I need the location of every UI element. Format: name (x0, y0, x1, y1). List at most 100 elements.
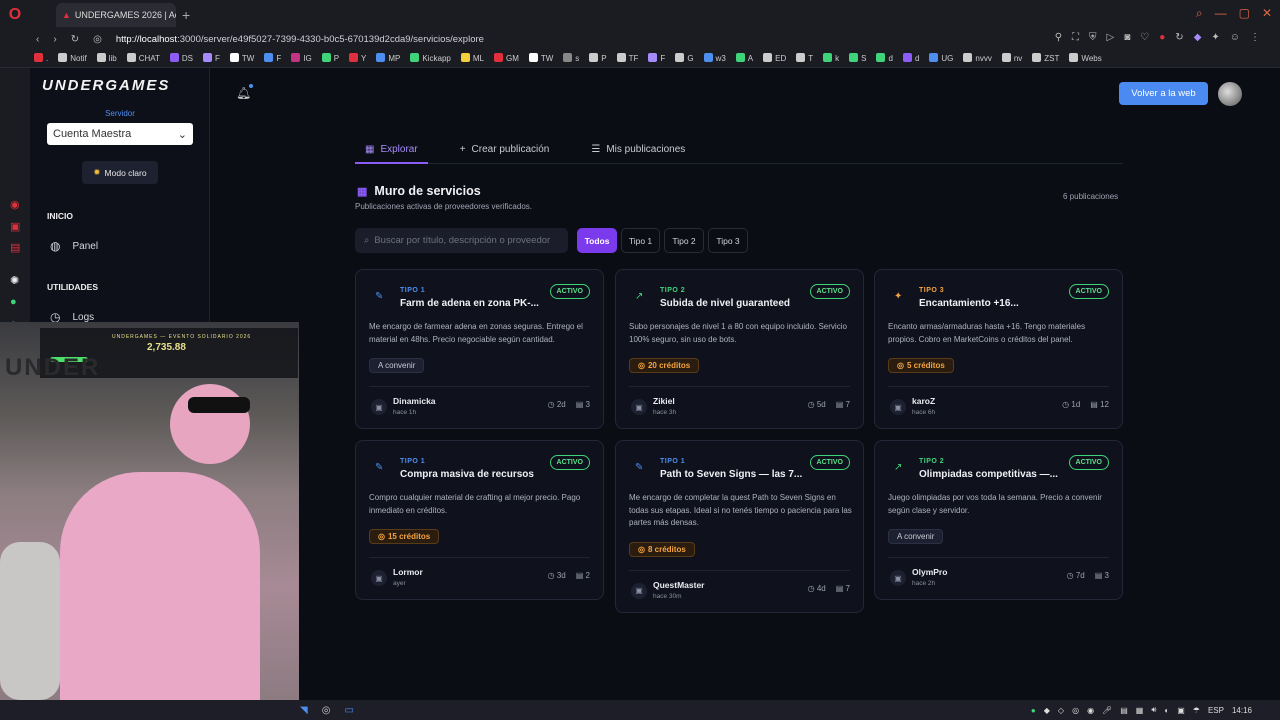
spotify-icon[interactable]: ● (1031, 706, 1036, 715)
filter-tipo-3[interactable]: Tipo 3 (708, 228, 748, 253)
bookmark-item[interactable]: ED (763, 52, 786, 63)
bookmark-item[interactable]: P (321, 52, 339, 63)
tray-icon[interactable]: ◎ (1072, 706, 1079, 715)
reload-icon[interactable]: ↻ (71, 34, 79, 45)
provider-name[interactable]: karoZ (912, 396, 935, 406)
provider-name[interactable]: Lormor (393, 567, 423, 577)
bookmark-item[interactable]: G (675, 52, 694, 63)
tray-icon[interactable]: ◆ (1044, 706, 1050, 715)
service-card[interactable]: ↗ TIPO 2 Subida de nivel guaranteed ACTIVO S… (615, 269, 864, 429)
card-title[interactable]: Path to Seven Signs — las 7... (660, 469, 802, 480)
bookmark-item[interactable]: CHAT (126, 52, 160, 63)
server-select[interactable]: Cuenta Maestra ⌄ (47, 123, 193, 145)
extension-icon[interactable]: ◆ (1194, 32, 1202, 43)
bookmark-item[interactable]: Notif (58, 52, 87, 63)
forward-arrow-icon[interactable]: › (53, 34, 56, 45)
maximize-icon[interactable]: ▢ (1239, 6, 1250, 21)
whatsapp-icon[interactable]: ● (10, 296, 17, 308)
microphone-icon[interactable]: 🎤︎ (1102, 706, 1112, 715)
bookmark-item[interactable]: nv (1001, 52, 1022, 63)
bookmark-item[interactable]: F (264, 52, 281, 63)
app-icon[interactable]: ◎ (322, 705, 331, 716)
tray-icon[interactable]: ☂ (1193, 706, 1200, 715)
provider-name[interactable]: QuestMaster (653, 580, 705, 590)
sidebar-app-icon[interactable]: ▤ (10, 241, 20, 254)
service-card[interactable]: ↗ TIPO 2 Olimpiadas competitivas —... ACTIV… (874, 440, 1123, 600)
close-window-icon[interactable]: ✕ (1262, 6, 1272, 21)
bookmark-item[interactable]: IG (291, 52, 312, 63)
bookmark-item[interactable]: MP (376, 52, 400, 63)
bookmark-item[interactable]: UG (929, 52, 953, 63)
bookmark-item[interactable]: GM (493, 52, 519, 63)
tray-icon[interactable]: ▣ (1177, 706, 1185, 715)
minimize-icon[interactable]: — (1215, 6, 1227, 21)
bookmark-item[interactable]: s (563, 52, 579, 63)
bookmark-item[interactable]: TW (229, 52, 254, 63)
bookmark-item[interactable]: Webs (1069, 52, 1102, 63)
theme-toggle-button[interactable]: ✹ Modo claro (82, 161, 158, 184)
heart-icon[interactable]: ♡ (1140, 32, 1149, 43)
bookmark-item[interactable]: F (203, 52, 220, 63)
card-title[interactable]: Subida de nivel guaranteed (660, 298, 790, 309)
card-title[interactable]: Compra masiva de recursos (400, 469, 534, 480)
clock[interactable]: 14:16 (1232, 706, 1252, 715)
card-title[interactable]: Farm de adena en zona PK-... (400, 298, 539, 309)
bookmark-item[interactable]: d (876, 52, 893, 63)
search-icon[interactable]: ⌕ (1196, 6, 1203, 21)
play-icon[interactable]: ▷ (1107, 32, 1115, 43)
bookmark-item[interactable]: S (849, 52, 866, 63)
bookmark-item[interactable]: F (648, 52, 665, 63)
tab-explorar[interactable]: ▦ Explorar (355, 142, 428, 164)
shield-icon[interactable]: ⛨ (1089, 32, 1097, 43)
new-tab-icon[interactable]: + (182, 7, 190, 23)
filter-tipo-1[interactable]: Tipo 1 (621, 228, 660, 253)
bookmark-item[interactable]: lib (96, 52, 117, 63)
volume-icon[interactable]: 🔊︎ (1151, 705, 1156, 715)
pin-icon[interactable]: ⚲ (1055, 32, 1062, 43)
address-bar[interactable]: http://localhost:3000/server/e49f5027-73… (116, 34, 484, 45)
filter-todos[interactable]: Todos (577, 228, 617, 253)
filter-tipo-2[interactable]: Tipo 2 (664, 228, 704, 253)
search-input[interactable]: ⌕ Buscar por título, descripción o prove… (355, 228, 568, 253)
card-title[interactable]: Encantamiento +16... (919, 298, 1019, 309)
puzzle-icon[interactable]: ✦ (1211, 32, 1219, 43)
provider-name[interactable]: Dinamicka (393, 396, 436, 406)
bookmark-item[interactable]: ML (460, 52, 484, 63)
back-arrow-icon[interactable]: ‹ (36, 34, 39, 45)
tray-icon[interactable]: ◉ (1087, 706, 1094, 715)
sidebar-app-icon[interactable]: ▣ (10, 220, 20, 233)
refresh-ext-icon[interactable]: ↻ (1175, 32, 1183, 43)
provider-name[interactable]: Zikiel (653, 396, 675, 406)
avatar[interactable] (1218, 82, 1242, 106)
vscode-icon[interactable]: ◥ (300, 705, 308, 716)
back-to-web-button[interactable]: Volver a la web (1119, 82, 1208, 105)
screenshot-icon[interactable]: ⛶ (1072, 32, 1079, 43)
bookmark-item[interactable]: TF (616, 52, 638, 63)
bookmark-item[interactable]: k (823, 52, 839, 63)
network-icon[interactable]: ▦ (1136, 706, 1144, 715)
adblock-icon[interactable]: ● (1159, 32, 1165, 43)
sidebar-app-icon[interactable]: ◉ (10, 198, 20, 211)
camera-icon[interactable]: ◙ (1124, 32, 1130, 43)
menu-icon[interactable]: ⋮ (1250, 32, 1260, 43)
bookmark-item[interactable]: w3 (703, 52, 726, 63)
bookmark-item[interactable]: A (735, 52, 753, 63)
bookmark-item[interactable]: . (34, 52, 48, 63)
bookmark-item[interactable]: P (589, 52, 607, 63)
opera-logo-icon[interactable]: O (0, 0, 30, 30)
profile-icon[interactable]: ☺ (1230, 32, 1240, 43)
service-card[interactable]: ✦ TIPO 3 Encantamiento +16... ACTIVO Encanto… (874, 269, 1123, 429)
steam-icon[interactable]: ◐ (1164, 706, 1169, 715)
bookmark-item[interactable]: DS (169, 52, 193, 63)
bookmark-item[interactable]: d (902, 52, 919, 63)
bookmark-item[interactable]: ZST (1032, 52, 1059, 63)
tab-crear-publicacion[interactable]: + Crear publicación (450, 142, 560, 163)
bookmark-item[interactable]: nvvv (963, 52, 992, 63)
browser-tab[interactable]: ▲ UNDERGAMES 2026 | Acc ✕ (56, 3, 176, 27)
bell-icon[interactable]: 🔔︎ (236, 86, 251, 100)
service-card[interactable]: ✎ TIPO 1 Farm de adena en zona PK-... ACTIV… (355, 269, 604, 429)
undergames-logo[interactable]: UNDERGAMES (42, 77, 170, 94)
sidebar-item-panel[interactable]: ◍ Panel (50, 239, 98, 253)
service-card[interactable]: ✎ TIPO 1 Compra masiva de recursos ACTIVO Co… (355, 440, 604, 600)
bookmark-item[interactable]: Y (349, 52, 366, 63)
